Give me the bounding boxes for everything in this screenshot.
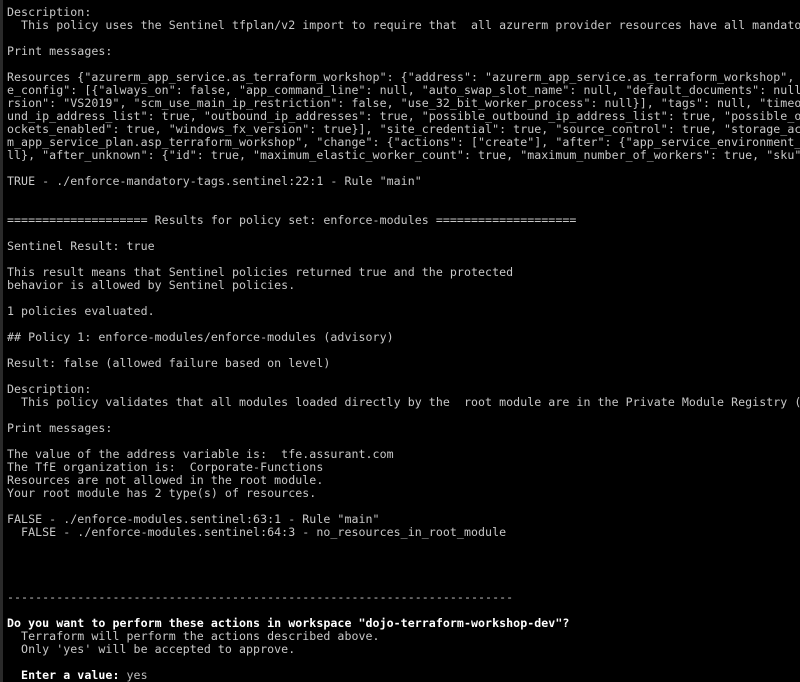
prompt-label: Enter a value: [7, 669, 120, 682]
terminal-line: behavior is allowed by Sentinel policies… [7, 279, 296, 292]
terminal-line: Result: false (allowed failure based on … [7, 357, 331, 370]
terminal-line: Do you want to perform these actions in … [7, 617, 570, 630]
terminal-line: Description: [7, 383, 92, 396]
terminal-output-screen[interactable]: Description: This policy uses the Sentin… [3, 0, 800, 682]
terminal-line: The value of the address variable is: tf… [7, 448, 394, 461]
terminal-line: Description: [7, 6, 92, 19]
terminal-line: 1 policies evaluated. [7, 305, 155, 318]
terminal-line: ll}, "after_unknown": {"id": true, "maxi… [7, 149, 800, 162]
terminal-line: ----------------------------------------… [7, 591, 514, 604]
terminal-line: Terraform will perform the actions descr… [7, 630, 380, 643]
terminal-line: This policy uses the Sentinel tfplan/v2 … [7, 19, 800, 32]
terminal-line: TRUE - ./enforce-mandatory-tags.sentinel… [7, 175, 422, 188]
terminal-line: This result means that Sentinel policies… [7, 266, 514, 279]
terminal-line: FALSE - ./enforce-modules.sentinel:64:3 … [7, 526, 507, 539]
terminal-line: This policy validates that all modules l… [7, 396, 800, 409]
terminal-line: Your root module has 2 type(s) of resour… [7, 487, 317, 500]
terminal-line: ==================== Results for policy … [7, 214, 577, 227]
terminal-line: Print messages: [7, 45, 113, 58]
terminal-line: The TfE organization is: Corporate-Funct… [7, 461, 324, 474]
terminal-line: FALSE - ./enforce-modules.sentinel:63:1 … [7, 513, 380, 526]
terminal-line: ## Policy 1: enforce-modules/enforce-mod… [7, 331, 394, 344]
terminal-window[interactable]: Description: This policy uses the Sentin… [0, 0, 800, 682]
terminal-line: Print messages: [7, 422, 113, 435]
prompt-entered-value[interactable]: yes [119, 669, 148, 682]
terminal-line: Sentinel Result: true [7, 240, 155, 253]
terminal-line: und_ip_address_list": true, "outbound_ip… [7, 110, 800, 123]
terminal-line: ockets_enabled": true, "windows_fx_versi… [7, 123, 800, 136]
terminal-line: e_config": [{"always_on": false, "app_co… [7, 84, 800, 97]
terminal-line: m_app_service_plan.asp_terraform_worksho… [7, 136, 800, 149]
terminal-line: Resources are not allowed in the root mo… [7, 474, 324, 487]
terminal-line: Only 'yes' will be accepted to approve. [7, 643, 296, 656]
terminal-line: Resources {"azurerm_app_service.as_terra… [7, 71, 800, 84]
terminal-line: rsion": "VS2019", "scm_use_main_ip_restr… [7, 97, 800, 110]
terminal-prompt-line: Enter a value: yes [7, 669, 800, 682]
